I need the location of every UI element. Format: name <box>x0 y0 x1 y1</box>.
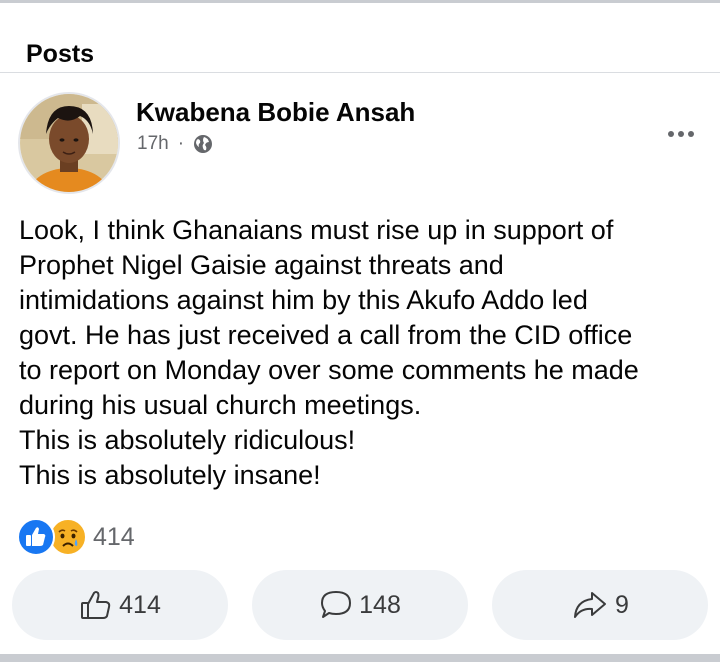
share-arrow-icon <box>571 588 609 622</box>
globe-icon <box>193 134 213 154</box>
post-line: This is absolutely ridiculous! <box>19 425 356 455</box>
avatar-image <box>20 94 118 192</box>
post-line: to report on Monday over some comments h… <box>19 355 639 385</box>
post-line: during his usual church meetings. <box>19 390 422 420</box>
bottom-divider <box>0 654 720 662</box>
post-timestamp[interactable]: 17h <box>137 133 169 155</box>
reactions-summary[interactable]: 414 <box>17 518 135 556</box>
page-title: Posts <box>26 40 95 68</box>
reaction-count: 414 <box>93 522 135 551</box>
post-line: Prophet Nigel Gaisie against threats and <box>19 250 504 280</box>
post-line: This is absolutely insane! <box>19 460 321 490</box>
avatar[interactable] <box>18 92 120 194</box>
comment-count: 148 <box>359 590 401 619</box>
meta-separator: · <box>177 133 185 154</box>
like-count: 414 <box>119 590 161 619</box>
like-button[interactable]: 414 <box>12 570 228 640</box>
thumbs-up-icon <box>79 588 113 622</box>
more-options-button[interactable] <box>656 122 706 146</box>
post-body: Look, I think Ghanaians must rise up in … <box>19 213 709 493</box>
post-line: intimidations against him by this Akufo … <box>19 285 588 315</box>
page-header: Posts <box>0 3 720 73</box>
share-count: 9 <box>615 590 629 619</box>
post-meta: 17h · <box>137 133 213 155</box>
post-author-name[interactable]: Kwabena Bobie Ansah <box>136 97 415 128</box>
comment-button[interactable]: 148 <box>252 570 468 640</box>
comment-icon <box>319 588 353 622</box>
post-line: govt. He has just received a call from t… <box>19 320 633 350</box>
more-horizontal-icon <box>668 131 674 137</box>
share-button[interactable]: 9 <box>492 570 708 640</box>
like-reaction-icon <box>17 518 55 556</box>
post-line: Look, I think Ghanaians must rise up in … <box>19 215 614 245</box>
